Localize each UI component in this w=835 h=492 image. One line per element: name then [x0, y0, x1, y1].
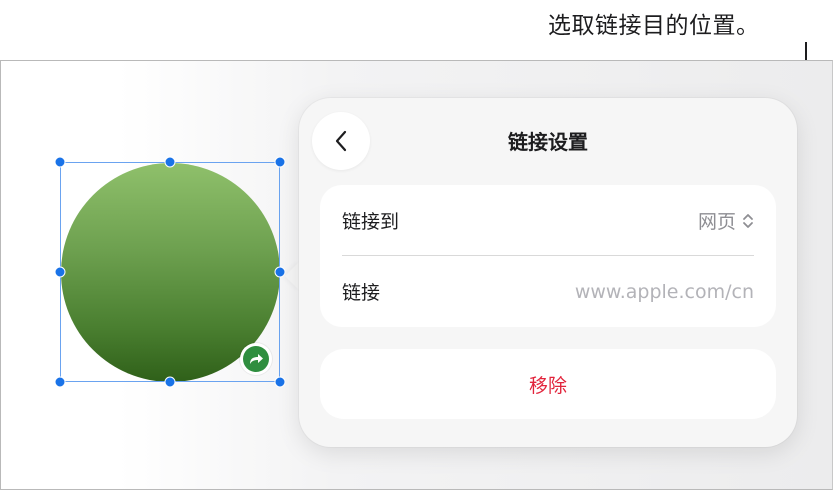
link-to-value: 网页 [697, 211, 736, 233]
remove-link-button[interactable]: 移除 [320, 349, 776, 419]
link-to-selector[interactable]: 网页 [698, 207, 754, 234]
chevron-up-down-icon [743, 213, 753, 228]
resize-handle-bottom-left[interactable] [54, 376, 66, 388]
remove-label: 移除 [528, 374, 567, 397]
link-options-group: 链接到 网页 链接 www.apple.com/cn [320, 185, 776, 327]
link-arrow-icon [250, 354, 263, 364]
link-label: 链接 [342, 282, 381, 304]
link-to-row[interactable]: 链接到 网页 [320, 185, 776, 256]
link-badge-inner [243, 346, 269, 372]
link-url-field[interactable]: www.apple.com/cn [575, 281, 754, 303]
link-row[interactable]: 链接 www.apple.com/cn [320, 256, 776, 327]
link-badge[interactable] [240, 343, 272, 375]
callout-text: 选取链接目的位置。 [548, 13, 760, 39]
popover-title: 链接设置 [508, 130, 588, 154]
link-settings-popover: 链接设置 链接到 网页 链接 www.apple.com/cn 移除 [299, 98, 797, 447]
resize-handle-bottom[interactable] [164, 376, 176, 388]
link-to-label: 链接到 [342, 211, 400, 233]
resize-handle-top-right[interactable] [274, 156, 286, 168]
resize-handle-bottom-right[interactable] [274, 376, 286, 388]
resize-handle-left[interactable] [54, 266, 66, 278]
resize-handle-top-left[interactable] [54, 156, 66, 168]
resize-handle-top[interactable] [164, 156, 176, 168]
